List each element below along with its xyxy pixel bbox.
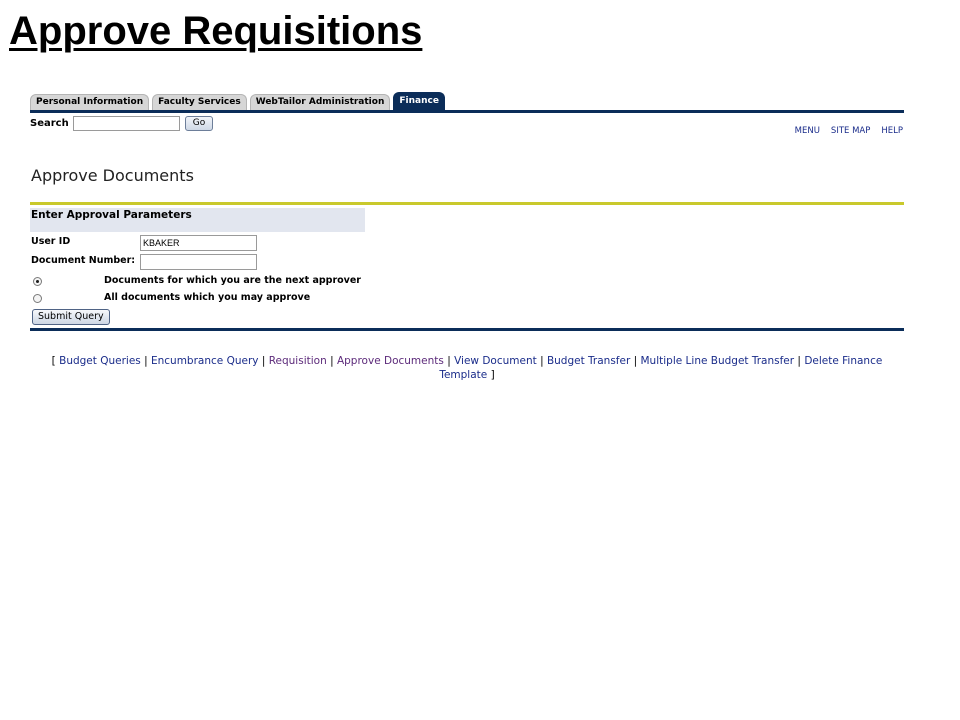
radio-all-documents[interactable] (33, 294, 42, 303)
form-divider (30, 328, 904, 331)
footer-separator: | (326, 355, 337, 367)
search-input[interactable] (72, 116, 180, 131)
link-budget-queries[interactable]: Budget Queries (59, 355, 141, 367)
go-button[interactable]: Go (184, 116, 214, 131)
tab-personal-information[interactable]: Personal Information (30, 94, 150, 110)
menu-link[interactable]: MENU (795, 126, 820, 136)
footer-bracket-open: [ (51, 355, 60, 367)
tab-webtailor-administration[interactable]: WebTailor Administration (249, 94, 391, 110)
link-requisition[interactable]: Requisition (269, 355, 327, 367)
top-links: MENU SITE MAP HELP (795, 126, 903, 136)
footer-separator: | (140, 355, 151, 367)
footer-bracket-close: ] (487, 369, 495, 381)
footer-separator: | (794, 355, 805, 367)
document-number-label: Document Number: (31, 255, 136, 266)
radio-all-documents-label: All documents which you may approve (104, 292, 311, 303)
link-multiple-line-budget-transfer[interactable]: Multiple Line Budget Transfer (641, 355, 795, 367)
user-id-field[interactable] (140, 235, 257, 251)
user-id-label: User ID (31, 236, 71, 247)
footer-links: [ Budget Queries | Encumbrance Query | R… (30, 354, 904, 382)
link-approve-documents[interactable]: Approve Documents (337, 355, 444, 367)
tab-finance[interactable]: Finance (393, 92, 445, 110)
tab-bar: Personal Information Faculty Services We… (30, 92, 448, 110)
footer-separator: | (443, 355, 455, 367)
link-budget-transfer[interactable]: Budget Transfer (547, 355, 630, 367)
site-map-link[interactable]: SITE MAP (831, 126, 870, 136)
search-label: Search (30, 118, 69, 129)
radio-next-approver[interactable] (33, 277, 42, 286)
page-title: Approve Documents (31, 166, 194, 185)
section-header: Enter Approval Parameters (30, 208, 365, 232)
tab-underline (30, 110, 904, 113)
heading-divider (30, 202, 904, 205)
submit-query-button[interactable]: Submit Query (32, 309, 110, 325)
radio-next-approver-label: Documents for which you are the next app… (104, 275, 361, 286)
footer-separator: | (258, 355, 269, 367)
footer-separator: | (630, 355, 641, 367)
help-link[interactable]: HELP (881, 126, 903, 136)
document-number-field[interactable] (140, 254, 257, 270)
slide-title: Approve Requisitions (9, 9, 423, 53)
link-view-document[interactable]: View Document (454, 355, 537, 367)
link-encumbrance-query[interactable]: Encumbrance Query (151, 355, 259, 367)
search-bar: Search Go (30, 116, 214, 131)
footer-separator: | (536, 355, 547, 367)
tab-faculty-services[interactable]: Faculty Services (152, 94, 247, 110)
